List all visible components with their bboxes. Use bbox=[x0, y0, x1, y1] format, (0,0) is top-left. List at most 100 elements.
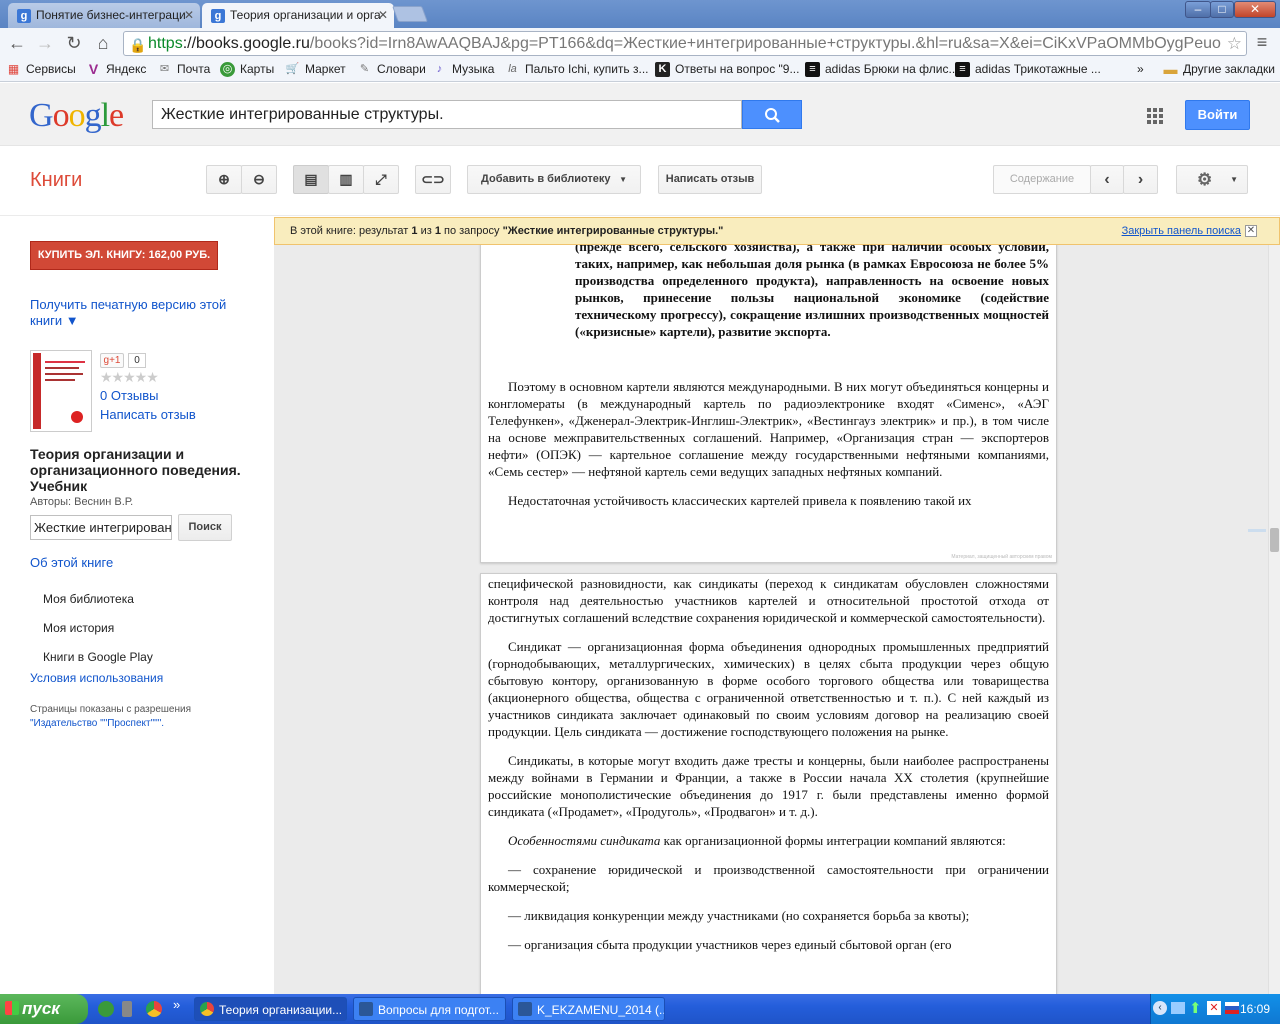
in-book-search-button[interactable]: Поиск bbox=[178, 514, 232, 541]
write-review-button[interactable]: Написать отзыв bbox=[658, 165, 762, 194]
contents-button[interactable]: Содержание bbox=[993, 165, 1091, 194]
scrollbar-thumb[interactable] bbox=[1270, 528, 1279, 552]
tab-2[interactable]: g Теория организации и орга ✕ bbox=[202, 3, 394, 28]
taskbar-item-label: Вопросы для подгот... bbox=[378, 1003, 499, 1017]
maximize-button[interactable]: □ bbox=[1210, 1, 1234, 18]
minimize-button[interactable]: – bbox=[1185, 1, 1211, 18]
bookmarks-bar: ▦ Сервисы V Яндекс ✉ Почта ◎ Карты 🛒 Маркет ✎… bbox=[0, 58, 1280, 82]
reload-icon[interactable]: ↻ bbox=[63, 32, 85, 54]
close-tab-icon[interactable]: ✕ bbox=[184, 8, 194, 22]
write-review-link[interactable]: Написать отзыв bbox=[100, 407, 196, 422]
forward-icon[interactable]: → bbox=[34, 32, 56, 54]
buy-ebook-button[interactable]: КУПИТЬ ЭЛ. КНИГУ: 162,00 РУБ. bbox=[30, 241, 218, 270]
lock-icon: 🔒 bbox=[129, 37, 147, 53]
reviews-link[interactable]: 0 Отзывы bbox=[100, 388, 158, 403]
copyright-watermark: Материал, защищенный авторским правом bbox=[951, 554, 1052, 560]
close-tab-icon[interactable]: ✕ bbox=[378, 8, 388, 22]
bookmark-item[interactable]: ✉ Почта bbox=[157, 62, 210, 76]
settings-button[interactable]: ⚙ ▼ bbox=[1176, 165, 1248, 194]
zoom-out-button[interactable]: ⊖ bbox=[241, 165, 277, 194]
bookmark-item[interactable]: ✎ Словари bbox=[357, 62, 426, 76]
link-button[interactable]: ⊂⊃ bbox=[415, 165, 451, 194]
single-page-icon: ▤ bbox=[304, 171, 318, 187]
start-button[interactable]: пуск bbox=[0, 994, 88, 1024]
home-icon[interactable]: ⌂ bbox=[92, 32, 114, 54]
other-bookmarks-folder[interactable]: ▬ Другие закладки bbox=[1163, 62, 1275, 77]
bookmark-item[interactable]: ≡ adidas Трикотажные ... bbox=[955, 62, 1101, 77]
list-item: — организация сбыта продукции участников… bbox=[508, 937, 952, 952]
taskbar-item[interactable]: K_EKZAMENU_2014 (... bbox=[512, 997, 665, 1021]
taskbar-item[interactable]: Теория организации... bbox=[194, 997, 347, 1021]
fullscreen-button[interactable]: ⤢ bbox=[363, 165, 399, 194]
chrome-menu-icon[interactable]: ≡ bbox=[1252, 32, 1272, 52]
google-search-input[interactable]: Жесткие интегрированные структуры. bbox=[152, 100, 742, 129]
google-logo[interactable]: Google bbox=[29, 97, 124, 135]
bookmark-item[interactable]: ♪ Музыка bbox=[432, 62, 495, 76]
bookmark-item[interactable]: 🛒 Маркет bbox=[285, 62, 346, 76]
taskbar-item[interactable]: Вопросы для подгот... bbox=[353, 997, 506, 1021]
books-title[interactable]: Книги bbox=[30, 169, 82, 192]
bookmark-label: Пальто Ichi, купить з... bbox=[525, 62, 649, 76]
page-paragraph: Синдикат — организационная форма объедин… bbox=[488, 639, 1049, 739]
close-search-panel-link[interactable]: Закрыть панель поиска bbox=[1122, 218, 1241, 244]
book-cover[interactable] bbox=[30, 350, 92, 432]
bookmark-item[interactable]: la Пальто Ichi, купить з... bbox=[505, 62, 649, 76]
tab-1[interactable]: g Понятие бизнес-интеграци ✕ bbox=[8, 3, 200, 28]
my-library-link[interactable]: Моя библиотека bbox=[43, 592, 134, 606]
browser-toolbar: ← → ↻ ⌂ 🔒 https://books.google.ru/books?… bbox=[0, 28, 1280, 58]
book-reader[interactable]: (прежде всего, сельского хозяйства), а т… bbox=[274, 245, 1268, 994]
word-icon bbox=[359, 1002, 373, 1016]
bookmark-item[interactable]: ◎ Карты bbox=[220, 62, 274, 77]
add-to-library-button[interactable]: Добавить в библиотеку ▼ bbox=[467, 165, 641, 194]
permission-note: Страницы показаны с разрешения "Издатель… bbox=[30, 703, 250, 731]
next-page-button[interactable]: › bbox=[1123, 165, 1158, 194]
bookmark-item[interactable]: V Яндекс bbox=[86, 62, 147, 77]
bookmark-item[interactable]: K Ответы на вопрос "9... bbox=[655, 62, 799, 77]
upload-arrow-icon[interactable]: ⬆ bbox=[1189, 999, 1202, 1017]
bookmark-label: Музыка bbox=[452, 62, 495, 76]
print-version-link[interactable]: Получить печатную версию этой книги ▼ bbox=[30, 297, 250, 329]
in-book-search-input[interactable]: Жесткие интегрированн bbox=[30, 515, 172, 540]
address-bar[interactable]: 🔒 https://books.google.ru/books?id=Irn8A… bbox=[123, 31, 1247, 56]
mail-icon: ✉ bbox=[159, 63, 170, 75]
google-play-books-link[interactable]: Книги в Google Play bbox=[43, 650, 153, 664]
scrollbar[interactable] bbox=[1268, 245, 1280, 994]
gear-icon: ⚙ bbox=[1197, 170, 1213, 189]
list-item: — сохранение юридической и производствен… bbox=[488, 862, 1049, 894]
prev-page-button[interactable]: ‹ bbox=[1090, 165, 1124, 194]
search-result-bar: В этой книге: результат 1 из 1 по запрос… bbox=[274, 217, 1280, 245]
chrome-icon[interactable] bbox=[146, 1001, 162, 1017]
publisher-link[interactable]: "Издательство ""Проспект""". bbox=[30, 718, 164, 729]
tray-expand-icon[interactable]: ‹ bbox=[1153, 1001, 1167, 1015]
search-icon bbox=[765, 108, 780, 123]
terms-link[interactable]: Условия использования bbox=[30, 671, 163, 685]
network-icon[interactable] bbox=[1171, 1002, 1185, 1014]
quicklaunch-overflow-icon[interactable]: » bbox=[173, 997, 180, 1012]
close-window-button[interactable]: ✕ bbox=[1234, 1, 1276, 18]
language-flag-icon[interactable] bbox=[1225, 1002, 1239, 1014]
bookmark-item[interactable]: ▦ Сервисы bbox=[6, 62, 76, 76]
quicklaunch-icon[interactable] bbox=[122, 1001, 132, 1017]
gplus-button[interactable]: g+1 bbox=[100, 353, 124, 368]
new-tab-button[interactable] bbox=[392, 6, 428, 22]
start-label: пуск bbox=[22, 999, 60, 1018]
music-icon: ♪ bbox=[436, 63, 443, 75]
my-history-link[interactable]: Моя история bbox=[43, 621, 114, 635]
about-book-link[interactable]: Об этой книге bbox=[30, 555, 113, 570]
zoom-in-button[interactable]: ⊕ bbox=[206, 165, 242, 194]
utorrent-icon[interactable] bbox=[98, 1001, 114, 1017]
two-page-view-button[interactable]: ▥ bbox=[328, 165, 364, 194]
bookmark-item[interactable]: ≡ adidas Брюки на флис... bbox=[805, 62, 958, 77]
market-icon: 🛒 bbox=[285, 63, 300, 75]
close-icon[interactable]: ✕ bbox=[1245, 225, 1257, 237]
bookmark-label: Маркет bbox=[305, 62, 346, 76]
apps-grid-icon[interactable] bbox=[1147, 108, 1163, 124]
book-page: специфической разновидности, как синдика… bbox=[480, 573, 1057, 994]
security-warning-icon[interactable]: ✕ bbox=[1207, 1001, 1221, 1015]
back-icon[interactable]: ← bbox=[6, 32, 28, 54]
google-search-button[interactable] bbox=[742, 100, 802, 129]
bookmarks-overflow-button[interactable]: » bbox=[1137, 62, 1144, 76]
single-page-view-button[interactable]: ▤ bbox=[293, 165, 329, 194]
bookmark-star-icon[interactable]: ☆ bbox=[1227, 32, 1242, 55]
login-button[interactable]: Войти bbox=[1185, 100, 1250, 130]
